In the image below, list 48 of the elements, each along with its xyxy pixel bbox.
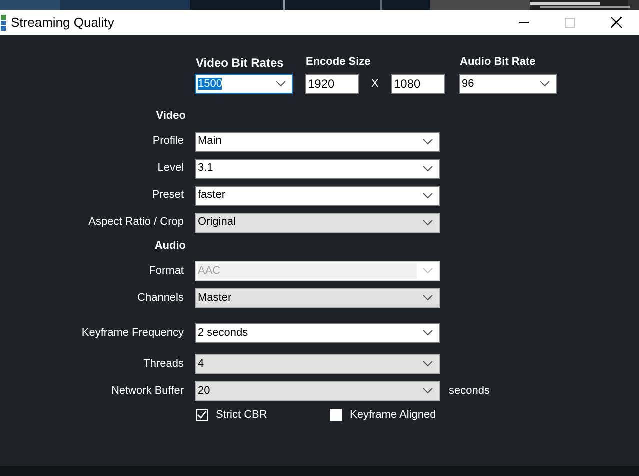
checkbox-label: Keyframe Aligned bbox=[350, 408, 436, 423]
window-title: Streaming Quality bbox=[11, 14, 114, 32]
chevron-icon bbox=[423, 192, 433, 198]
dropdown[interactable]: 1500 bbox=[195, 74, 293, 94]
field-label: Network Buffer bbox=[110, 384, 185, 399]
column-heading: Encode Size bbox=[305, 55, 372, 70]
checkbox[interactable] bbox=[196, 409, 208, 422]
field-label: Keyframe Frequency bbox=[80, 326, 185, 341]
chevron-icon bbox=[423, 220, 433, 226]
dropdown[interactable]: Original bbox=[195, 212, 440, 232]
app-icon bbox=[1, 14, 6, 30]
chevron-icon bbox=[423, 388, 433, 394]
chevron-icon bbox=[540, 81, 550, 87]
chevron-icon bbox=[423, 330, 433, 336]
dropdown[interactable]: 2 seconds bbox=[195, 323, 440, 343]
column-heading: Audio Bit Rate bbox=[459, 55, 537, 70]
column-heading: Video Bit Rates bbox=[195, 55, 285, 72]
checkbox[interactable] bbox=[330, 409, 342, 422]
chevron-icon bbox=[423, 361, 433, 367]
close-icon bbox=[610, 17, 622, 28]
field-label: Profile bbox=[152, 134, 185, 150]
field-label: Preset bbox=[151, 188, 185, 204]
minimize-icon bbox=[519, 22, 529, 23]
checkbox-label: Strict CBR bbox=[216, 408, 268, 423]
field-label: Channels bbox=[136, 290, 185, 306]
chevron-icon bbox=[423, 138, 433, 144]
height-field[interactable]: 1080 bbox=[391, 74, 445, 94]
dropdown[interactable]: 3.1 bbox=[195, 158, 440, 178]
dropdown[interactable]: 20 bbox=[195, 381, 440, 401]
chevron-icon bbox=[423, 166, 433, 172]
separator-label: X bbox=[370, 76, 380, 92]
unit-label: seconds bbox=[449, 384, 490, 399]
field-label: Threads bbox=[142, 356, 185, 372]
dropdown[interactable]: Main bbox=[195, 132, 440, 152]
field-label: Aspect Ratio / Crop bbox=[88, 215, 185, 230]
section-heading: Video bbox=[155, 109, 186, 124]
dropdown[interactable]: Master bbox=[195, 288, 440, 308]
width-field[interactable]: 1920 bbox=[305, 74, 359, 94]
chevron-icon bbox=[423, 295, 433, 301]
chevron-icon bbox=[276, 81, 286, 87]
field-label: Format bbox=[148, 264, 185, 279]
dropdown[interactable]: faster bbox=[195, 186, 440, 206]
section-heading: Audio bbox=[154, 238, 186, 254]
dropdown[interactable]: 4 bbox=[195, 354, 440, 374]
maximize-icon bbox=[565, 18, 575, 28]
dropdown[interactable]: 96 bbox=[459, 74, 557, 94]
chevron-icon bbox=[423, 268, 433, 274]
field-label: Level bbox=[156, 161, 185, 176]
